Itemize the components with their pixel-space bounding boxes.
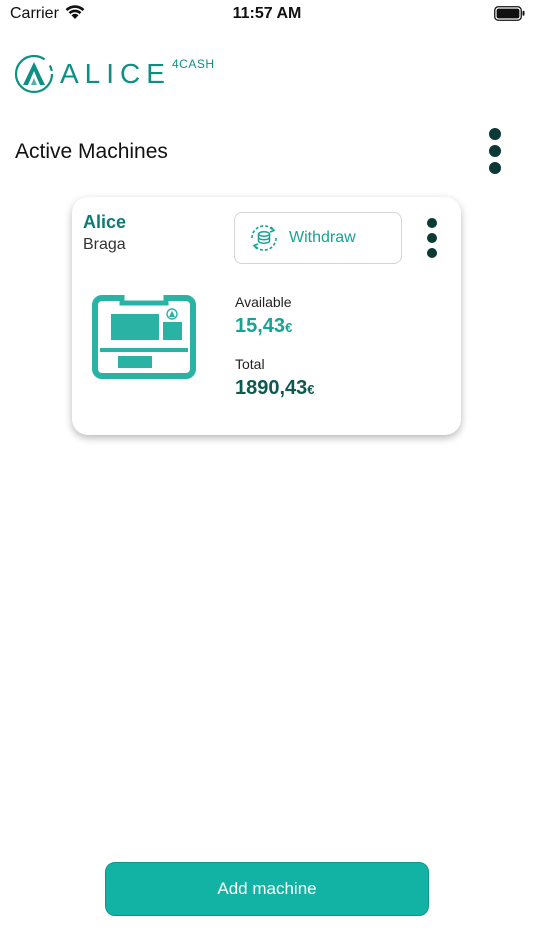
vertical-dots-icon[interactable]: [486, 126, 504, 176]
app-logo: ALICE 4CASH: [14, 54, 234, 94]
currency-symbol: €: [307, 382, 315, 397]
total-value: 1890,43€: [235, 377, 315, 400]
battery-full-icon: [494, 6, 526, 27]
alice-logo-icon: [14, 54, 54, 94]
logo-wordmark: ALICE: [60, 58, 171, 89]
coin-refresh-icon: [247, 223, 281, 258]
machine-name: Alice: [83, 212, 127, 232]
withdraw-button[interactable]: Withdraw: [234, 212, 402, 264]
page-title: Active Machines: [15, 140, 168, 163]
available-value: 15,43€: [235, 315, 292, 338]
atm-machine-icon: [92, 293, 196, 386]
menu-dot: [427, 218, 437, 228]
total-label: Total: [235, 356, 265, 372]
menu-dot: [489, 145, 501, 157]
menu-dot: [427, 248, 437, 258]
machine-location: Braga: [83, 236, 126, 253]
menu-dot: [489, 162, 501, 174]
menu-dot: [427, 233, 437, 243]
status-bar: Carrier 11:57 AM: [0, 0, 534, 30]
logo-subtext: 4CASH: [172, 57, 215, 71]
add-machine-button[interactable]: Add machine: [105, 862, 429, 916]
total-amount: 1890,43: [235, 377, 308, 399]
currency-symbol: €: [285, 320, 293, 335]
machine-card[interactable]: Alice Braga Withdraw Available 15,43€ To…: [72, 197, 461, 435]
withdraw-label: Withdraw: [289, 229, 356, 246]
available-label: Available: [235, 294, 292, 310]
vertical-dots-icon[interactable]: [422, 216, 442, 262]
available-amount: 15,43: [235, 315, 286, 337]
clock-time: 11:57 AM: [232, 5, 302, 22]
menu-dot: [489, 128, 501, 140]
